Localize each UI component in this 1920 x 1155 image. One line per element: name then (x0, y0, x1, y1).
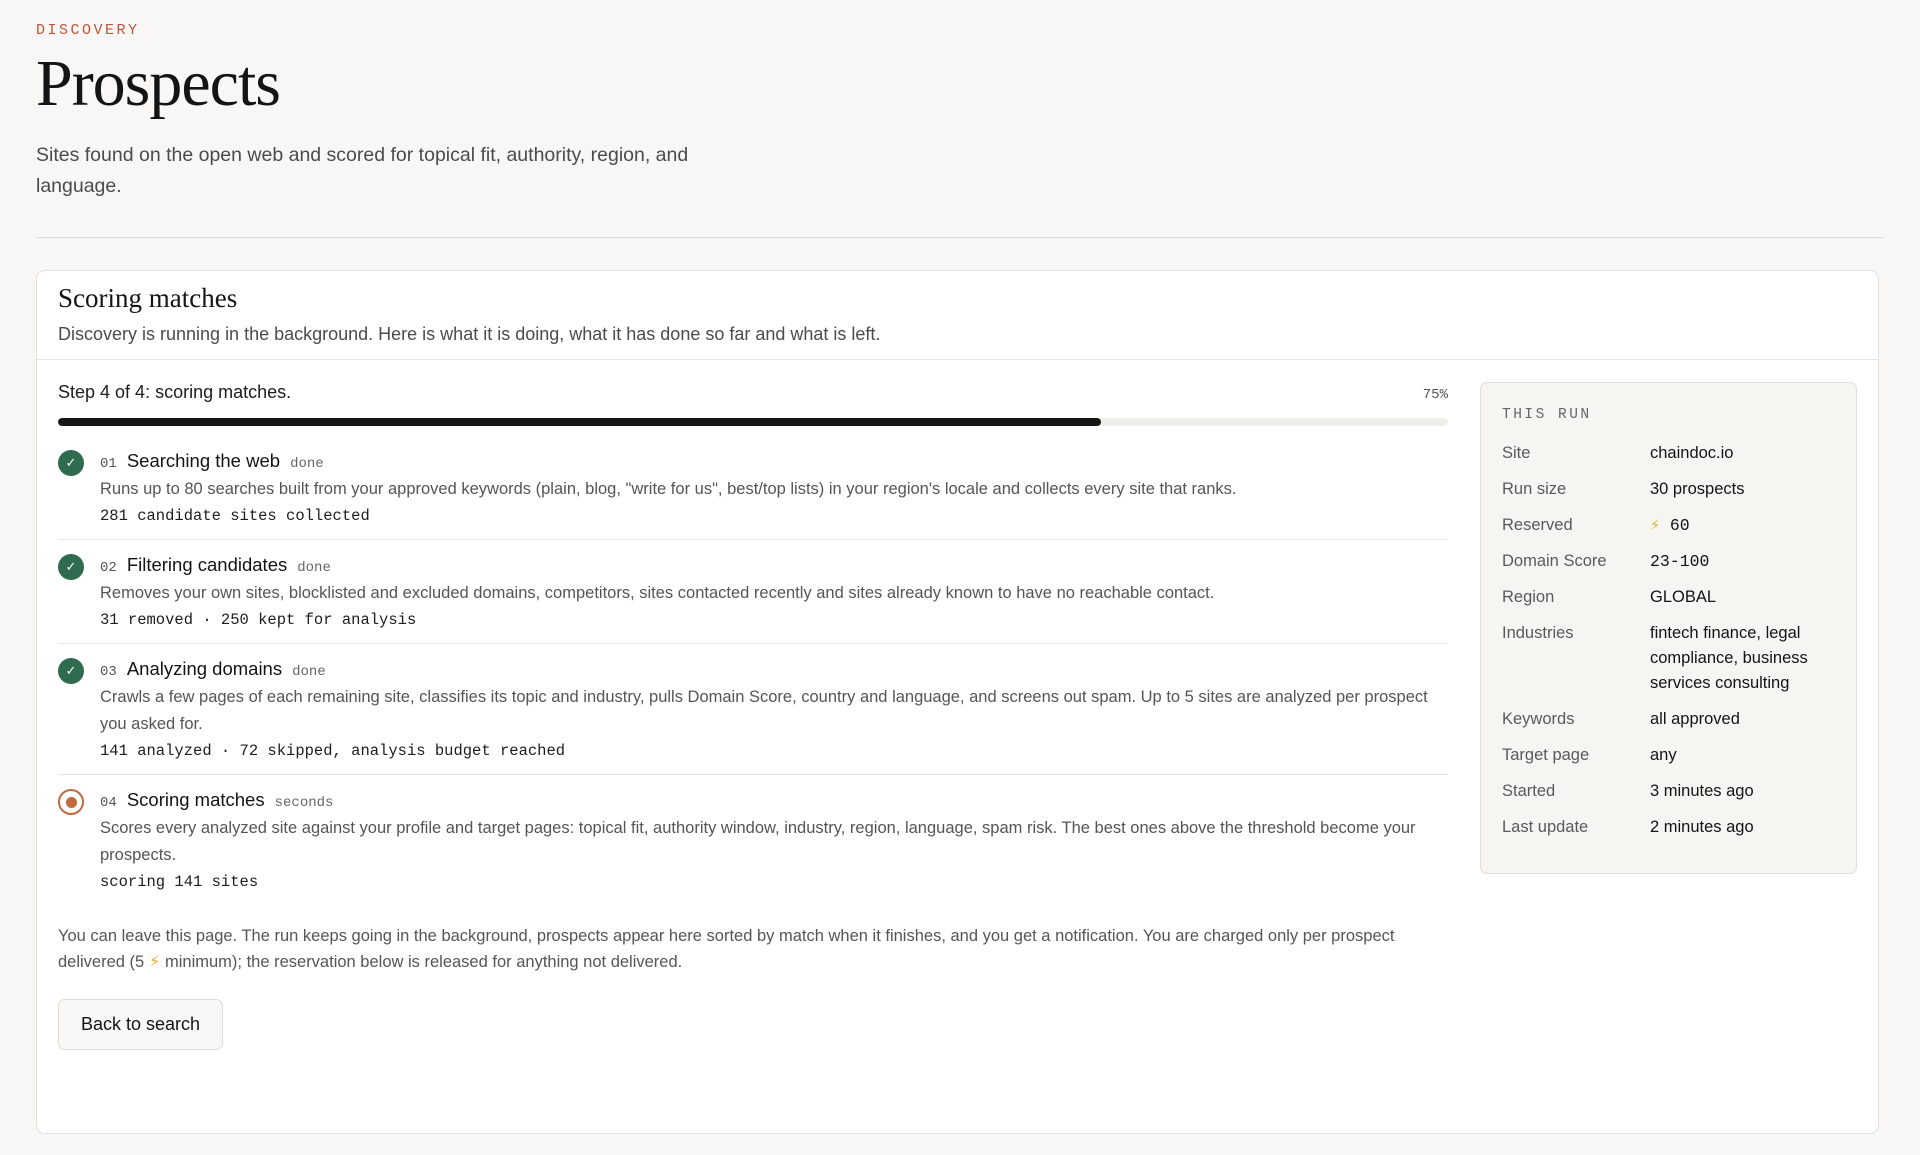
run-details-list: Site chaindoc.io Run size 30 prospects Reser… (1502, 441, 1835, 840)
back-to-search-button[interactable]: Back to search (58, 999, 224, 1051)
step-header: 04 Scoring matches seconds (100, 789, 1448, 811)
run-detail-row: Started 3 minutes ago (1502, 779, 1835, 804)
run-detail-value: 30 prospects (1650, 480, 1745, 499)
run-detail-key: Last update (1502, 818, 1589, 837)
page: DISCOVERY Prospects Sites found on the o… (0, 0, 1920, 1135)
run-detail-key: Site (1502, 444, 1531, 463)
check-icon: ✓ (58, 450, 84, 477)
step-indicator: Step 4 of 4: scoring matches. (58, 382, 292, 403)
step-description: Crawls a few pages of each remaining sit… (100, 688, 1428, 734)
step-body: 03 Analyzing domains done Crawls a few page… (100, 658, 1448, 760)
run-detail-key: Reserved (1502, 516, 1573, 535)
run-detail-value: 3 minutes ago (1650, 782, 1754, 801)
card-body: Step 4 of 4: scoring matches. 75% ✓ 01 Sea… (37, 360, 1878, 1051)
step-status: done (297, 560, 331, 577)
run-detail-row: Region GLOBAL (1502, 585, 1835, 610)
page-subtitle: Sites found on the open web and scored f… (36, 144, 689, 198)
pipeline-step: ✓ 01 Searching the web done Runs up to 80 se… (58, 436, 1448, 541)
divider (36, 237, 1884, 239)
run-detail-row: Domain Score 23-100 (1502, 549, 1835, 574)
step-number: 02 (100, 560, 117, 577)
run-detail-row: Target page any (1502, 743, 1835, 768)
card-header: Scoring matches Discovery is running in … (37, 271, 1878, 361)
card-description: Discovery is running in the background. … (58, 324, 881, 345)
step-status: done (290, 456, 324, 473)
step-description: Scores every analyzed site against your … (100, 819, 1416, 865)
run-detail-value: GLOBAL (1650, 588, 1717, 607)
lightning-icon: ⚡ (148, 953, 161, 972)
this-run-panel: THIS RUN Site chaindoc.io Run size 30 prosp… (1480, 382, 1857, 875)
run-detail-value: 2 minutes ago (1650, 818, 1754, 837)
run-detail-row: Keywords all approved (1502, 707, 1835, 732)
check-icon: ✓ (58, 554, 84, 581)
run-detail-value: chaindoc.io (1650, 444, 1734, 463)
panel-title: THIS RUN (1502, 407, 1592, 424)
step-row: Step 4 of 4: scoring matches. 75% (58, 382, 1448, 403)
run-detail-key: Industries (1502, 624, 1574, 643)
progress-percent: 75% (1422, 387, 1448, 404)
run-detail-row: Reserved ⚡ 60 (1502, 513, 1835, 538)
pipeline-step: ✓ 03 Analyzing domains done Crawls a few pag… (58, 644, 1448, 776)
section-eyebrow: DISCOVERY (36, 22, 140, 39)
pipeline-step: 04 Scoring matches seconds Scores every ana… (58, 775, 1448, 905)
pipeline-steps: ✓ 01 Searching the web done Runs up to 80 se… (58, 436, 1448, 905)
run-detail-value: fintech finance, legal compliance, busin… (1650, 624, 1808, 693)
step-number: 04 (100, 795, 117, 812)
run-details-sidebar: THIS RUN Site chaindoc.io Run size 30 prosp… (1480, 382, 1857, 1050)
step-status: seconds (274, 795, 334, 812)
run-detail-value: all approved (1650, 710, 1740, 729)
step-body: 01 Searching the web done Runs up to 80 sea… (100, 450, 1448, 525)
run-detail-row: Industries fintech finance, legal complia… (1502, 621, 1835, 696)
step-result: 31 removed · 250 kept for analysis (100, 611, 417, 630)
card-title: Scoring matches (58, 283, 238, 314)
step-description: Removes your own sites, blocklisted and … (100, 584, 1215, 603)
step-name: Scoring matches (126, 789, 265, 811)
run-detail-key: Started (1502, 782, 1556, 801)
page-title: Prospects (36, 47, 281, 120)
run-detail-value: 23-100 (1650, 552, 1710, 572)
step-result: scoring 141 sites (100, 873, 259, 892)
run-detail-key: Run size (1502, 480, 1567, 499)
step-header: 03 Analyzing domains done (100, 658, 1448, 680)
run-detail-value: any (1650, 746, 1677, 765)
step-body: 04 Scoring matches seconds Scores every ana… (100, 789, 1448, 891)
step-description: Runs up to 80 searches built from your a… (100, 480, 1237, 499)
pipeline-step: ✓ 02 Filtering candidates done Removes your … (58, 540, 1448, 645)
in-progress-icon (58, 789, 84, 816)
run-detail-value: ⚡ 60 (1650, 513, 1835, 538)
step-result: 281 candidate sites collected (100, 507, 370, 526)
step-header: 02 Filtering candidates done (100, 554, 1448, 576)
step-name: Filtering candidates (126, 554, 288, 576)
step-number: 03 (100, 664, 117, 681)
run-detail-key: Domain Score (1502, 552, 1607, 571)
progress-bar-fill (58, 418, 1101, 427)
run-detail-key: Keywords (1502, 710, 1575, 729)
run-detail-row: Site chaindoc.io (1502, 441, 1835, 466)
step-number: 01 (100, 456, 117, 473)
step-name: Searching the web (126, 450, 281, 472)
run-detail-key: Region (1502, 588, 1555, 607)
step-header: 01 Searching the web done (100, 450, 1448, 472)
reserved-amount: 60 (1669, 516, 1690, 536)
step-status: done (292, 664, 326, 681)
discovery-run-card: Scoring matches Discovery is running in … (36, 270, 1879, 1135)
progress-bar (58, 418, 1448, 427)
step-name: Analyzing domains (126, 658, 283, 680)
note-text-after: minimum); the reservation below is relea… (160, 953, 683, 972)
run-detail-key: Target page (1502, 746, 1590, 765)
run-detail-row: Last update 2 minutes ago (1502, 815, 1835, 840)
check-icon: ✓ (58, 658, 84, 685)
run-progress-section: Step 4 of 4: scoring matches. 75% ✓ 01 Sea… (58, 382, 1448, 1051)
lightning-icon: ⚡ (1650, 516, 1660, 536)
step-result: 141 analyzed · 72 skipped, analysis budg… (100, 742, 566, 761)
step-body: 02 Filtering candidates done Removes your o… (100, 554, 1448, 629)
background-run-note: You can leave this page. The run keeps g… (58, 923, 1428, 975)
run-detail-row: Run size 30 prospects (1502, 477, 1835, 502)
